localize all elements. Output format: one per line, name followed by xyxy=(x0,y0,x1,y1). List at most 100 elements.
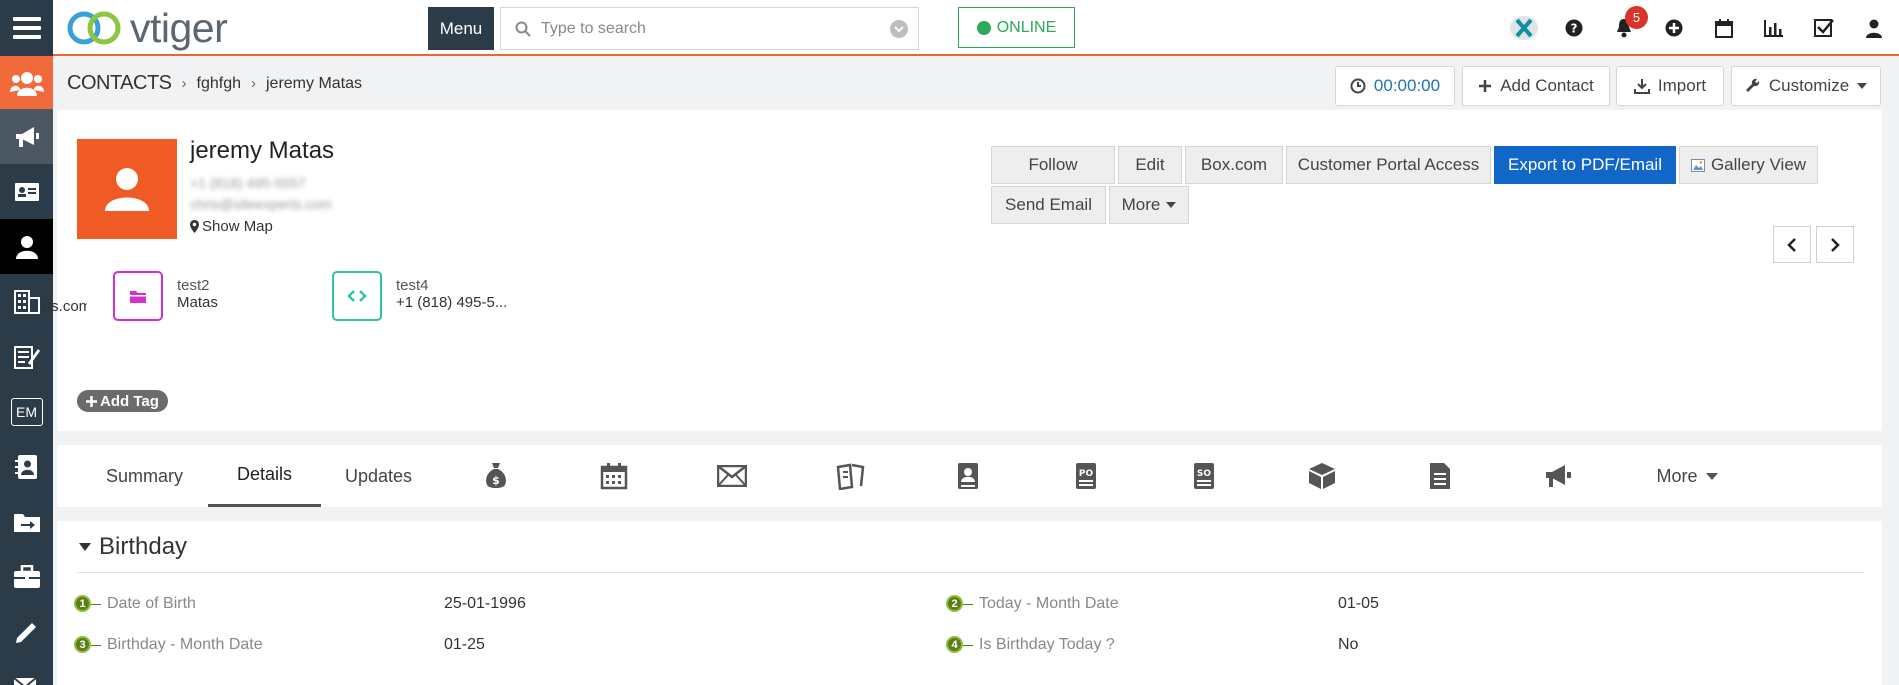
bell-icon[interactable]: 5 xyxy=(1599,0,1649,56)
tab-more-label: More xyxy=(1656,465,1698,486)
divider xyxy=(77,572,1865,573)
breadcrumb-record: jeremy Matas xyxy=(266,74,363,92)
key-field-2-label: test4 xyxy=(396,277,429,294)
connector-line xyxy=(91,604,101,605)
vtiger-logo[interactable]: vtiger xyxy=(64,4,228,51)
svg-text:SO: SO xyxy=(1197,469,1211,479)
wrench-icon xyxy=(1745,78,1760,92)
export-pdf-email-button[interactable]: Export to PDF/Email xyxy=(1494,146,1676,184)
menu-button[interactable]: Menu xyxy=(428,7,494,50)
breadcrumb-filter[interactable]: fghfgh xyxy=(197,75,241,93)
tab-details[interactable]: Details xyxy=(208,445,321,507)
box-button[interactable]: Box.com xyxy=(1185,146,1283,184)
contact-book-icon[interactable] xyxy=(943,445,993,507)
customize-button[interactable]: Customize xyxy=(1731,66,1881,106)
key-field-2: test4 +1 (818) 495-5... xyxy=(396,277,507,311)
field-value[interactable]: 01-25 xyxy=(444,636,485,654)
chevron-right-icon: › xyxy=(181,75,187,92)
search-input[interactable] xyxy=(541,19,881,38)
section-birthday[interactable]: Birthday xyxy=(79,533,187,561)
megaphone-icon[interactable] xyxy=(1533,445,1583,507)
box-icon[interactable] xyxy=(1297,445,1347,507)
documents-icon[interactable] xyxy=(0,329,53,384)
add-contact-label: Add Contact xyxy=(1500,76,1594,95)
briefcase-icon[interactable] xyxy=(0,549,53,604)
key-field-1: test2 Matas xyxy=(177,277,218,311)
field-number-badge: 4 xyxy=(946,636,963,653)
contact-card-icon[interactable] xyxy=(0,164,53,219)
timer-button[interactable]: 00:00:00 xyxy=(1335,66,1455,106)
timer-value: 00:00:00 xyxy=(1373,76,1441,95)
gallery-view-button[interactable]: Gallery View xyxy=(1679,146,1818,184)
field-value[interactable]: No xyxy=(1338,636,1358,654)
email-settings-icon[interactable] xyxy=(0,659,53,685)
pencil-icon[interactable] xyxy=(0,604,53,659)
clock-icon xyxy=(1350,78,1366,94)
contact-avatar-icon xyxy=(77,139,177,239)
caret-down-icon xyxy=(79,543,91,551)
add-tag-button[interactable]: Add Tag xyxy=(77,390,168,412)
tasks-icon[interactable] xyxy=(1799,0,1849,56)
left-sidebar: EM xyxy=(0,56,53,685)
purchase-order-icon[interactable]: PO xyxy=(1061,445,1111,507)
details-panel: Birthday 1 Date of Birth 25-01-1996 2 To… xyxy=(57,521,1882,685)
key-field-1-value: Matas xyxy=(177,294,218,311)
breadcrumb: CONTACTS › fghfgh › jeremy Matas xyxy=(67,72,362,95)
tab-summary[interactable]: Summary xyxy=(87,445,202,507)
global-search[interactable] xyxy=(500,7,919,50)
show-map-label: Show Map xyxy=(202,218,273,235)
follow-button[interactable]: Follow xyxy=(991,146,1115,184)
marketing-megaphone-icon[interactable] xyxy=(0,109,53,164)
next-record-button[interactable] xyxy=(1816,226,1854,263)
breadcrumb-module[interactable]: CONTACTS xyxy=(67,72,172,95)
folder-transfer-icon[interactable] xyxy=(0,494,53,549)
record-tabs: Summary Details Updates $ PO SO More xyxy=(57,445,1882,507)
user-icon[interactable] xyxy=(1849,0,1899,56)
key-field-1-label: test2 xyxy=(177,277,210,294)
envelope-icon[interactable] xyxy=(707,445,757,507)
contacts-person-icon[interactable] xyxy=(0,219,53,274)
tab-updates[interactable]: Updates xyxy=(327,445,430,507)
calendar-icon[interactable] xyxy=(589,445,639,507)
more-actions-button[interactable]: More xyxy=(1109,186,1189,224)
top-icons: ? 5 xyxy=(1499,0,1899,56)
svg-text:$: $ xyxy=(492,474,500,487)
field-label: Is Birthday Today ? xyxy=(979,636,1115,653)
add-tag-label: Add Tag xyxy=(100,392,159,410)
plus-icon xyxy=(1479,80,1492,92)
field-value[interactable]: 01-05 xyxy=(1338,595,1379,613)
record-name: jeremy Matas xyxy=(190,137,335,164)
field-value[interactable]: 25-01-1996 xyxy=(444,595,526,613)
more-actions-label: More xyxy=(1121,195,1161,214)
hamburger-menu-icon[interactable] xyxy=(0,0,53,56)
em-item[interactable]: EM xyxy=(0,384,53,439)
contacts-group-icon[interactable] xyxy=(0,56,53,109)
document-icon[interactable] xyxy=(1415,445,1465,507)
sales-order-icon[interactable]: SO xyxy=(1179,445,1229,507)
field-label: Today - Month Date xyxy=(979,595,1119,612)
edit-button[interactable]: Edit xyxy=(1118,146,1182,184)
address-book-icon[interactable] xyxy=(0,439,53,494)
svg-text:PO: PO xyxy=(1079,469,1094,479)
previous-record-button[interactable] xyxy=(1773,226,1811,263)
show-map-link[interactable]: Show Map xyxy=(190,218,273,235)
import-button[interactable]: Import xyxy=(1616,66,1724,106)
chevron-right-icon: › xyxy=(251,75,256,92)
customer-portal-button[interactable]: Customer Portal Access xyxy=(1286,146,1491,184)
online-status-button[interactable]: ONLINE xyxy=(958,7,1075,48)
download-icon xyxy=(1633,79,1650,94)
logo-text: vtiger xyxy=(130,4,228,51)
search-dropdown-icon[interactable] xyxy=(890,20,908,38)
calendar-icon[interactable] xyxy=(1699,0,1749,56)
add-contact-button[interactable]: Add Contact xyxy=(1462,66,1610,106)
connector-line xyxy=(963,604,973,605)
reports-icon[interactable] xyxy=(1749,0,1799,56)
tab-more[interactable]: More xyxy=(1627,445,1747,507)
money-bag-icon[interactable]: $ xyxy=(471,445,521,507)
record-email: chris@siteexperts.com xyxy=(190,196,332,212)
tickets-icon[interactable] xyxy=(825,445,875,507)
send-email-button[interactable]: Send Email xyxy=(991,186,1106,224)
plus-icon[interactable] xyxy=(1649,0,1699,56)
help-icon[interactable]: ? xyxy=(1549,0,1599,56)
vtiger-x-icon[interactable] xyxy=(1499,0,1549,56)
